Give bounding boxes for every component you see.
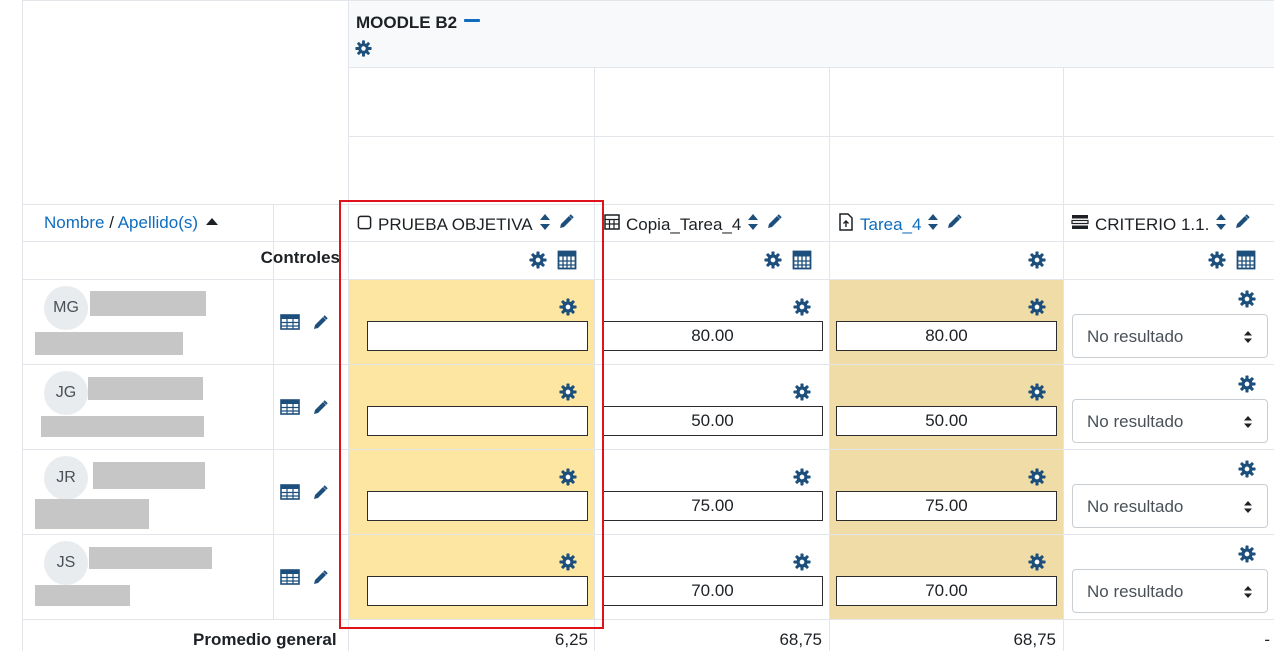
sort-ascending-icon xyxy=(206,218,219,225)
grid-line xyxy=(22,241,1274,242)
gear-icon[interactable] xyxy=(1028,298,1046,321)
avatar: JG xyxy=(44,371,88,415)
overall-average-label: Promedio general xyxy=(193,630,337,649)
grade-input[interactable]: 70.00 xyxy=(836,576,1057,606)
grid-line xyxy=(1063,68,1064,651)
grade-input[interactable]: 80.00 xyxy=(602,321,823,351)
column-header-copia-tarea-4: Copia_Tarea_4 xyxy=(604,213,783,236)
gear-icon[interactable] xyxy=(1028,553,1046,576)
grid-line xyxy=(22,0,23,651)
outcome-select-value: No resultado xyxy=(1087,412,1184,431)
calculator-icon[interactable] xyxy=(792,250,812,275)
outcome-select[interactable]: No resultado xyxy=(1072,314,1268,358)
grade-input[interactable]: 70.00 xyxy=(602,576,823,606)
grader-top-left-corner xyxy=(22,0,348,204)
outcome-select-value: No resultado xyxy=(1087,327,1184,346)
column-header-tarea-4: Tarea_4 xyxy=(838,213,963,236)
edit-pencil-icon[interactable] xyxy=(311,484,329,507)
gear-icon[interactable] xyxy=(1208,251,1226,274)
gear-icon[interactable] xyxy=(764,251,782,274)
average-value: 6,25 xyxy=(554,630,588,649)
controls-label: Controles xyxy=(260,248,340,267)
average-value: - xyxy=(1264,630,1270,649)
gear-icon[interactable] xyxy=(1238,460,1256,483)
gear-icon[interactable] xyxy=(793,298,811,321)
gear-icon[interactable] xyxy=(1028,468,1046,491)
outcome-select-value: No resultado xyxy=(1087,582,1184,601)
redacted-name xyxy=(35,332,183,355)
grid-line xyxy=(22,534,1274,535)
grade-analysis-icon[interactable] xyxy=(280,399,300,420)
gear-icon[interactable] xyxy=(793,383,811,406)
redacted-name xyxy=(90,291,206,316)
calculator-grid-icon xyxy=(604,214,620,235)
edit-pencil-icon[interactable] xyxy=(311,399,329,422)
gear-icon[interactable] xyxy=(1028,383,1046,406)
grid-line xyxy=(22,449,1274,450)
grid-line xyxy=(22,619,1274,620)
gear-icon[interactable] xyxy=(1238,545,1256,568)
outcome-select[interactable]: No resultado xyxy=(1072,569,1268,613)
column-header-criterio: CRITERIO 1.1. xyxy=(1071,213,1251,236)
category-list-icon xyxy=(1071,214,1089,235)
grade-analysis-icon[interactable] xyxy=(280,484,300,505)
redacted-name xyxy=(89,547,212,569)
edit-pencil-icon[interactable] xyxy=(311,314,329,337)
assignment-file-icon xyxy=(838,213,854,236)
grid-line xyxy=(348,136,1274,137)
edit-pencil-icon[interactable] xyxy=(765,213,783,236)
gear-icon[interactable] xyxy=(1238,290,1256,313)
redacted-name xyxy=(88,377,203,400)
avatar: JS xyxy=(44,541,88,585)
edit-pencil-icon[interactable] xyxy=(311,569,329,592)
edit-pencil-icon[interactable] xyxy=(1233,213,1251,236)
outcome-select[interactable]: No resultado xyxy=(1072,399,1268,443)
grade-input[interactable]: 75.00 xyxy=(602,491,823,521)
collapse-category-icon[interactable] xyxy=(464,19,480,22)
calculator-icon[interactable] xyxy=(1236,250,1256,275)
category-gear-icon[interactable] xyxy=(355,40,372,62)
gear-icon[interactable] xyxy=(793,468,811,491)
grid-line xyxy=(22,364,1274,365)
column-title[interactable]: Copia_Tarea_4 xyxy=(626,215,741,235)
grade-input[interactable]: 50.00 xyxy=(836,406,1057,436)
sort-toggle-icon[interactable] xyxy=(1215,213,1227,236)
grade-input[interactable]: 75.00 xyxy=(836,491,1057,521)
sort-toggle-icon[interactable] xyxy=(927,213,939,236)
redacted-name xyxy=(35,585,130,606)
select-chevron-icon xyxy=(1243,499,1253,519)
column-title[interactable]: CRITERIO 1.1. xyxy=(1095,215,1209,235)
avatar: MG xyxy=(44,286,88,330)
select-chevron-icon xyxy=(1243,414,1253,434)
sort-by-lastname-link[interactable]: Apellido(s) xyxy=(118,213,198,232)
gear-icon[interactable] xyxy=(793,553,811,576)
grade-analysis-icon[interactable] xyxy=(280,314,300,335)
redacted-name xyxy=(35,499,149,529)
redacted-name xyxy=(41,416,204,437)
select-chevron-icon xyxy=(1243,329,1253,349)
edit-pencil-icon[interactable] xyxy=(945,213,963,236)
avatar: JR xyxy=(44,456,88,500)
grade-input[interactable]: 80.00 xyxy=(836,321,1057,351)
name-column-header: Nombre / Apellido(s) xyxy=(22,204,274,241)
grid-line xyxy=(22,279,1274,280)
highlight-annotation-box xyxy=(339,200,604,629)
sort-toggle-icon[interactable] xyxy=(747,213,759,236)
sort-by-firstname-link[interactable]: Nombre xyxy=(44,213,104,232)
grade-analysis-icon[interactable] xyxy=(280,569,300,590)
outcome-select[interactable]: No resultado xyxy=(1072,484,1268,528)
gear-icon[interactable] xyxy=(1238,375,1256,398)
grade-input[interactable]: 50.00 xyxy=(602,406,823,436)
select-chevron-icon xyxy=(1243,584,1253,604)
redacted-name xyxy=(93,462,205,489)
gear-icon[interactable] xyxy=(1028,251,1046,274)
average-value: 68,75 xyxy=(779,630,822,649)
average-value: 68,75 xyxy=(1013,630,1056,649)
category-title: MOODLE B2 xyxy=(356,13,458,32)
category-header: MOODLE B2 xyxy=(348,0,1274,68)
outcome-select-value: No resultado xyxy=(1087,497,1184,516)
column-title-link[interactable]: Tarea_4 xyxy=(860,215,921,235)
